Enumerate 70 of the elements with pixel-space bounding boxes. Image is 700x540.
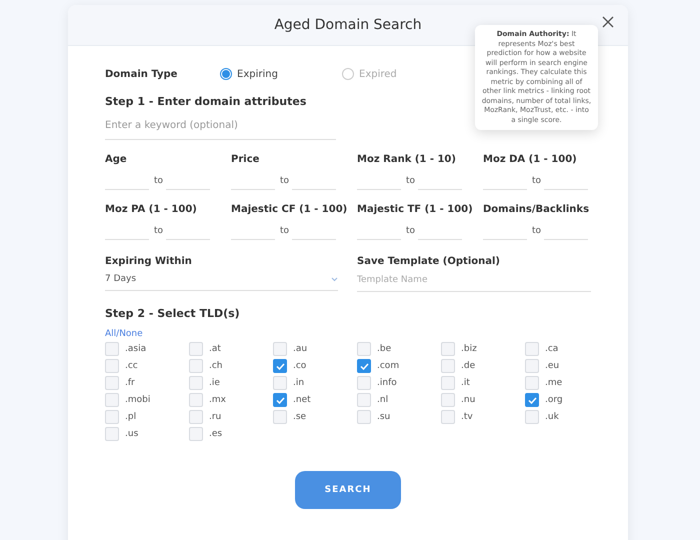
tld-label: .mobi [125,395,150,405]
tld-label: .su [377,412,390,422]
checkbox[interactable] [273,393,287,407]
tld-label: .mx [209,395,226,405]
tld-label: .co [293,361,306,371]
to-label: to [532,226,539,238]
expiring-within-select[interactable]: 7 Days [105,272,338,291]
tld-label: .se [293,412,306,422]
range-label: Moz Rank (1 - 10) [357,154,457,165]
checkmark-icon [528,396,536,404]
tld-label: .au [293,344,308,354]
tld-label: .in [293,378,304,388]
tld-label: .at [209,344,221,354]
to-label: to [280,176,287,188]
checkmark-icon [276,396,284,404]
tld-label: .be [377,344,392,354]
tld-label: .asia [125,344,146,354]
to-label: to [280,226,287,238]
to-label: to [532,176,539,188]
step-heading: Step 1 - Enter domain attributes [105,95,306,108]
tld-label: .tv [461,412,473,422]
to-label: to [406,176,413,188]
step-heading: Step 2 - Select TLD(s) [105,307,240,320]
range-label: Moz PA (1 - 100) [105,204,198,215]
template-label: Save Template (Optional) [357,256,501,267]
search-button[interactable]: SEARCH [295,471,401,509]
tld-label: .ru [209,412,222,422]
range-label: Majestic CF (1 - 100) [231,204,348,215]
tld-label: .cc [125,361,138,371]
tld-label: .info [377,378,397,388]
tld-label: .org [545,395,563,405]
checkmark-icon [360,362,368,370]
to-label: to [406,226,413,238]
tld-label: .de [461,361,476,371]
checkmark-icon [276,362,284,370]
range-label: Price [231,154,260,165]
tld-label: .nu [461,395,476,405]
all-none-link[interactable]: All/None [105,329,143,339]
tld-label: .eu [545,361,560,371]
range-label: Majestic TF (1 - 100) [357,204,474,215]
radio-option[interactable]: Expiring [220,68,342,80]
tld-label: .ca [545,344,558,354]
checkbox[interactable] [273,359,287,373]
tld-label: .ie [209,378,220,388]
expiring-within-label: Expiring Within [105,256,193,267]
tld-label: .biz [461,344,477,354]
chevron-down-icon [331,276,338,282]
tld-label: .com [377,361,400,371]
range-label: Domains/Backlinks [483,204,590,215]
radio-option[interactable]: Expired [342,68,464,80]
checkbox[interactable] [357,359,371,373]
tld-label: .uk [545,412,559,422]
range-label: Age [105,154,128,165]
template-name-field[interactable]: Template Name [357,272,591,292]
domain-type-label: Domain Type [105,68,178,80]
tld-label: .pl [125,412,136,422]
to-label: to [154,176,161,188]
tld-label: .ch [209,361,223,371]
tld-label: .es [209,429,222,439]
to-label: to [154,226,161,238]
tld-label: .us [125,429,138,439]
checkbox[interactable] [525,393,539,407]
tld-label: .net [293,395,311,405]
tld-label: .fr [125,378,135,388]
close-button[interactable] [600,14,616,30]
tld-label: .it [461,378,470,388]
modal-title: Aged Domain Search [274,17,422,33]
tld-label: .me [545,378,562,388]
tld-label: .nl [377,395,388,405]
range-label: Moz DA (1 - 100) [483,154,578,165]
